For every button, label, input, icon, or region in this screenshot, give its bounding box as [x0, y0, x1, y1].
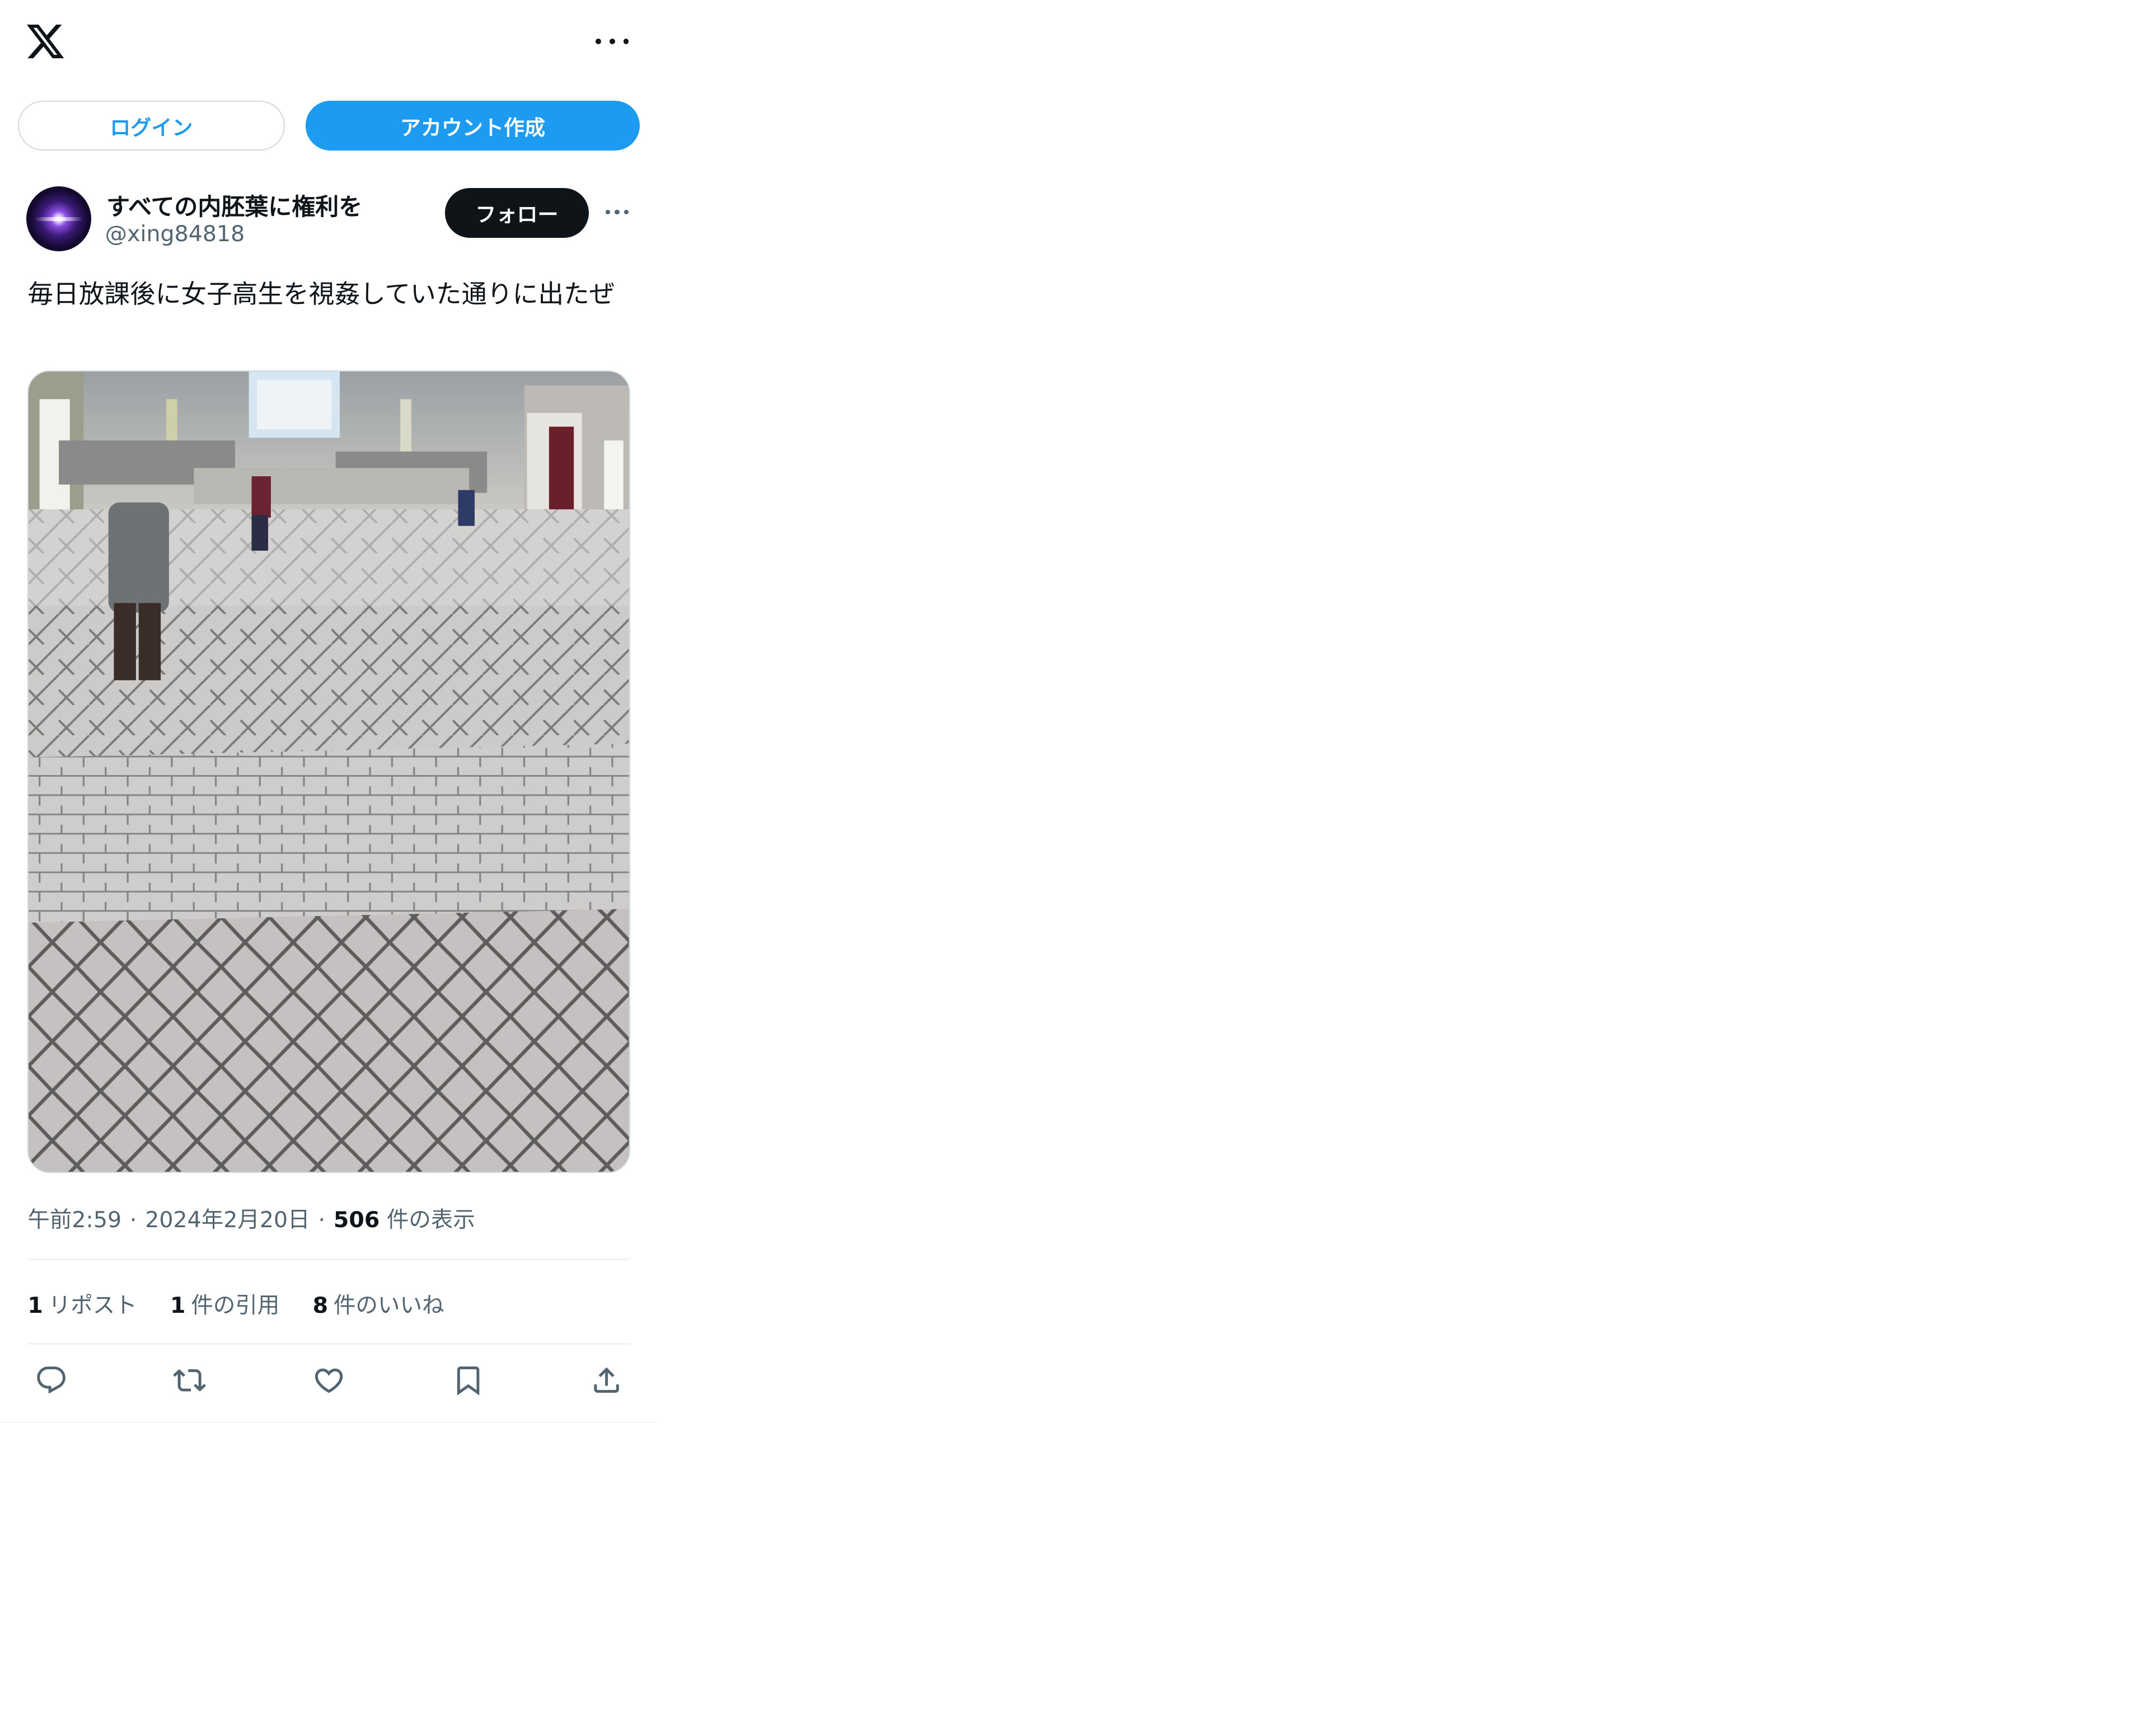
- tweet-meta: 午前2:59 · 2024年2月20日 · 506 件の表示: [27, 1202, 475, 1234]
- tweet-more-icon[interactable]: [605, 209, 629, 215]
- meta-separator: ·: [129, 1207, 137, 1233]
- more-options-icon[interactable]: [596, 33, 629, 50]
- dot: [624, 209, 629, 215]
- view-count: 506: [333, 1207, 380, 1233]
- tweet-text: 毎日放課後に女子高生を視姦していた通りに出たぜ: [27, 279, 615, 309]
- dot: [596, 39, 602, 44]
- author-handle[interactable]: @xing84818: [105, 221, 245, 247]
- dot: [623, 39, 629, 44]
- bookmark-icon[interactable]: [452, 1364, 485, 1397]
- tweet-date[interactable]: 2024年2月20日: [145, 1207, 310, 1233]
- reply-icon[interactable]: [35, 1364, 68, 1397]
- quote-count: 1: [170, 1293, 186, 1319]
- divider: [27, 1343, 630, 1345]
- share-icon[interactable]: [590, 1364, 623, 1397]
- dot: [605, 209, 611, 215]
- author-display-name[interactable]: すべての内胚葉に権利を: [106, 188, 362, 222]
- repost-count: 1: [27, 1293, 43, 1319]
- like-count-link[interactable]: 8 件のいいね: [313, 1288, 444, 1320]
- like-icon[interactable]: [312, 1364, 345, 1397]
- avatar[interactable]: [26, 186, 91, 252]
- quote-label: 件の引用: [191, 1293, 280, 1319]
- dot: [615, 209, 620, 215]
- login-button[interactable]: ログイン: [18, 101, 285, 151]
- repost-label: リポスト: [48, 1293, 137, 1319]
- tweet-time[interactable]: 午前2:59: [27, 1207, 121, 1233]
- divider: [27, 1259, 630, 1260]
- follow-button[interactable]: フォロー: [445, 187, 589, 238]
- tweet-photo[interactable]: [27, 370, 630, 1173]
- view-count-label: 件の表示: [386, 1207, 475, 1233]
- tweet-stats: 1 リポスト 1 件の引用 8 件のいいね: [27, 1288, 444, 1320]
- create-account-button[interactable]: アカウント作成: [305, 101, 640, 151]
- street-photo-illustration: [29, 371, 629, 1172]
- x-logo-icon[interactable]: [25, 21, 66, 62]
- meta-separator: ·: [318, 1207, 326, 1233]
- dot: [609, 39, 615, 44]
- like-count: 8: [312, 1293, 329, 1319]
- repost-icon[interactable]: [172, 1364, 206, 1397]
- quote-count-link[interactable]: 1 件の引用: [170, 1288, 279, 1320]
- like-label: 件のいいね: [333, 1293, 444, 1319]
- tweet-page-column: ログイン アカウント作成 すべての内胚葉に権利を @xing84818 フォロー…: [0, 0, 657, 1423]
- repost-count-link[interactable]: 1 リポスト: [27, 1288, 137, 1320]
